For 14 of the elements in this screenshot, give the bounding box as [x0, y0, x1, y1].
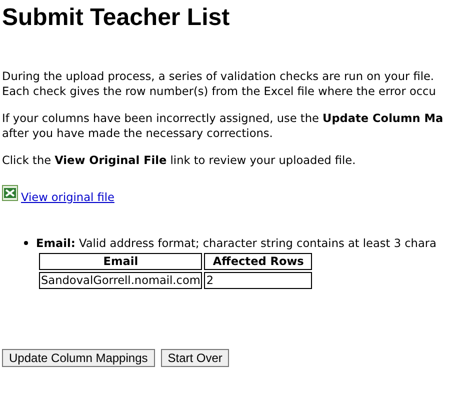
bullet-icon [24, 241, 28, 245]
column-header: Email [39, 252, 202, 270]
instruction-text: Click the View Original File link to review your uploaded file. [1, 154, 356, 168]
spreadsheet-icon [2, 184, 18, 200]
instruction-text: If your columns have been incorrectly assigned, use the Update Column Ma after you have made the necessary corrections. [1, 112, 444, 141]
column-header: Affected Rows [204, 252, 312, 270]
form-button[interactable]: Start Over [160, 348, 230, 366]
error-text: Email: Valid address format; character string contains at least 3 chara [36, 236, 436, 250]
page-title: Submit Teacher List [2, 4, 230, 32]
instruction-text: During the upload process, a series of validation checks are run on your file. Each check gives the row number(s) from the Excel file where the error occu [1, 70, 436, 99]
table-cell: SandovalGorrell.nomail.com [39, 272, 202, 288]
view-file-link[interactable]: View original file [21, 190, 114, 204]
form-button[interactable]: Update Column Mappings [2, 348, 155, 366]
table-cell: 2 [204, 272, 312, 288]
